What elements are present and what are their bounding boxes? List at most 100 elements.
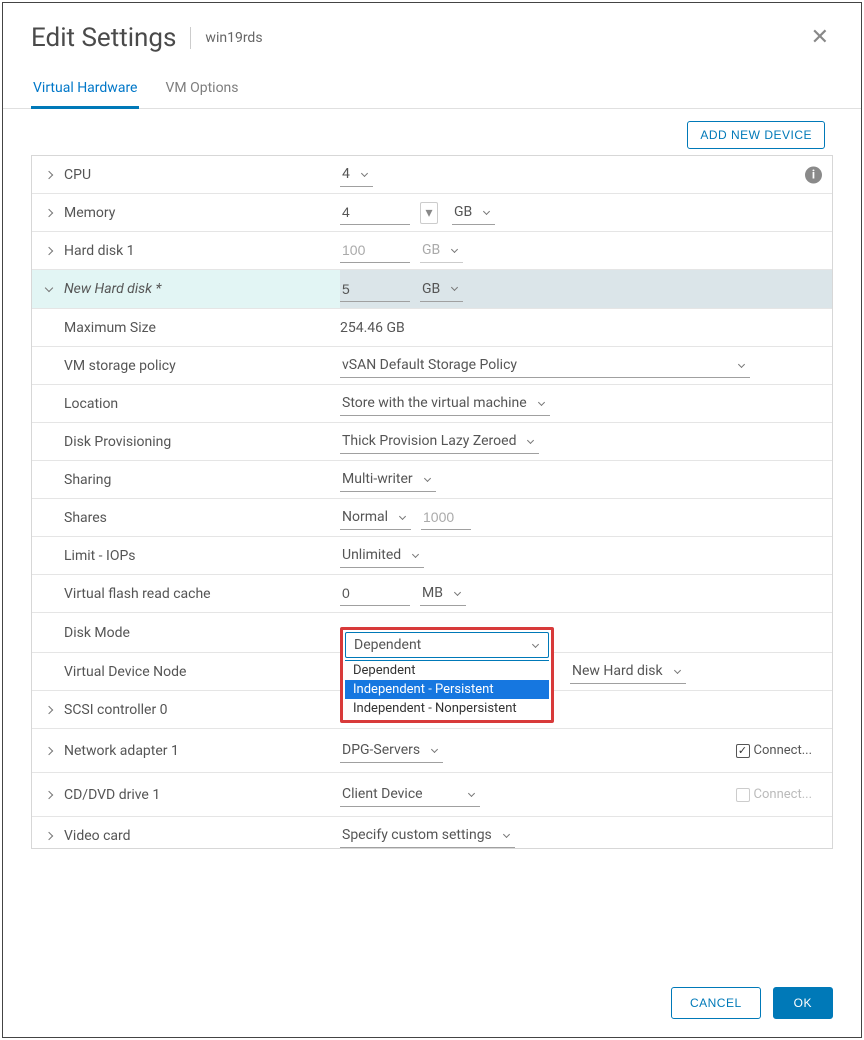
value-net: DPG-Servers Connect...: [340, 734, 832, 767]
policy-value: vSAN Default Storage Policy: [342, 357, 517, 373]
title-divider: [190, 27, 191, 49]
row-memory-toggle[interactable]: Memory: [32, 197, 340, 229]
row-nhd-toggle[interactable]: New Hard disk *: [32, 273, 340, 305]
disk-mode-options: Dependent Independent - Persistent Indep…: [345, 660, 549, 718]
disk-mode-option-independent-persistent[interactable]: Independent - Persistent: [345, 680, 549, 699]
row-cpu-toggle[interactable]: CPU: [32, 159, 340, 191]
location-select[interactable]: Store with the virtual machine: [340, 391, 550, 416]
row-memory-value: ▾ GB: [340, 196, 832, 229]
row-scsi-toggle[interactable]: SCSI controller 0: [32, 694, 340, 726]
memory-unit: GB: [454, 204, 472, 220]
cpu-select[interactable]: 4: [340, 162, 373, 187]
memory-stepper[interactable]: ▾: [420, 202, 438, 224]
chevron-right-icon: [45, 705, 53, 713]
row-hard-disk-1: Hard disk 1 GB: [32, 232, 832, 270]
provisioning-value: Thick Provision Lazy Zeroed: [342, 433, 516, 449]
shares-level-select[interactable]: Normal: [340, 505, 411, 530]
hd1-unit-select[interactable]: GB: [420, 238, 463, 263]
chevron-right-icon: [45, 790, 53, 798]
disk-mode-option-independent-nonpersistent[interactable]: Independent - Nonpersistent: [345, 699, 549, 718]
chevron-down-icon: [45, 284, 53, 292]
value-max-size: 254.46 GB: [340, 316, 832, 340]
memory-input[interactable]: [340, 200, 410, 225]
chevron-down-icon: [483, 207, 490, 214]
label-vfrc: Virtual flash read cache: [32, 578, 340, 610]
row-net-toggle[interactable]: Network adapter 1: [32, 735, 340, 767]
row-network-adapter-1: Network adapter 1 DPG-Servers Connect...: [32, 729, 832, 773]
iops-select[interactable]: Unlimited: [340, 543, 424, 568]
settings-scroll[interactable]: CPU 4 i Memory ▾ GB: [31, 155, 833, 849]
label-shares: Shares: [32, 502, 340, 534]
nhd-unit-select[interactable]: GB: [420, 277, 463, 302]
row-hd1-value: GB: [340, 234, 832, 267]
hd1-size-input[interactable]: [340, 238, 410, 263]
cddvd-connect-group: Connect...: [736, 787, 820, 802]
network-connect-checkbox[interactable]: [736, 744, 750, 758]
chevron-down-icon: [424, 474, 431, 481]
vfrc-unit-select[interactable]: MB: [420, 581, 466, 606]
value-provisioning: Thick Provision Lazy Zeroed: [340, 425, 832, 458]
chevron-right-icon: [45, 746, 53, 754]
video-value: Specify custom settings: [342, 827, 492, 843]
ok-button[interactable]: OK: [773, 987, 833, 1019]
chevron-down-icon: [468, 789, 475, 796]
label-provisioning: Disk Provisioning: [32, 426, 340, 458]
shares-level: Normal: [342, 509, 388, 525]
network-select[interactable]: DPG-Servers: [340, 738, 443, 763]
cpu-value: 4: [342, 166, 350, 182]
memory-unit-select[interactable]: GB: [452, 200, 495, 225]
label-scsi: SCSI controller 0: [64, 702, 168, 718]
label-video: Video card: [64, 828, 131, 844]
dialog-footer: CANCEL OK: [3, 969, 861, 1037]
chevron-down-icon: [738, 360, 745, 367]
video-select[interactable]: Specify custom settings: [340, 823, 515, 848]
chevron-down-icon: [451, 284, 458, 291]
info-icon[interactable]: i: [805, 166, 822, 183]
disk-mode-option-dependent[interactable]: Dependent: [345, 661, 549, 680]
nhd-unit: GB: [422, 281, 440, 297]
chevron-down-icon: [451, 245, 458, 252]
value-iops: Unlimited: [340, 539, 832, 572]
tab-virtual-hardware[interactable]: Virtual Hardware: [31, 72, 139, 109]
vdn-select[interactable]: New Hard disk: [570, 659, 686, 684]
vfrc-input[interactable]: [340, 581, 410, 606]
chevron-down-icon: [399, 512, 406, 519]
row-video-toggle[interactable]: Video card: [32, 820, 340, 850]
add-new-device-button[interactable]: ADD NEW DEVICE: [687, 121, 825, 149]
tab-vm-options[interactable]: VM Options: [163, 72, 240, 109]
row-storage-policy: VM storage policy vSAN Default Storage P…: [32, 347, 832, 385]
dialog-header: Edit Settings win19rds ✕: [3, 3, 861, 62]
shares-num-input[interactable]: [421, 505, 471, 530]
cddvd-select[interactable]: Client Device: [340, 782, 480, 807]
row-cddvd-toggle[interactable]: CD/DVD drive 1: [32, 779, 340, 811]
row-iops: Limit - IOPs Unlimited: [32, 537, 832, 575]
policy-select[interactable]: vSAN Default Storage Policy: [340, 353, 750, 378]
chevron-down-icon: [527, 436, 534, 443]
value-policy: vSAN Default Storage Policy: [340, 349, 832, 382]
label-cpu: CPU: [64, 167, 91, 183]
sharing-select[interactable]: Multi-writer: [340, 467, 436, 492]
vm-name: win19rds: [205, 30, 262, 46]
network-connect-group: Connect...: [736, 743, 820, 758]
iops-value: Unlimited: [342, 547, 401, 563]
row-disk-provisioning: Disk Provisioning Thick Provision Lazy Z…: [32, 423, 832, 461]
value-vfrc: MB: [340, 577, 832, 610]
edit-settings-dialog: Edit Settings win19rds ✕ Virtual Hardwar…: [2, 2, 862, 1038]
disk-mode-select[interactable]: Dependent: [345, 632, 549, 658]
row-hd1-toggle[interactable]: Hard disk 1: [32, 235, 340, 267]
close-icon[interactable]: ✕: [807, 21, 833, 54]
value-shares: Normal: [340, 501, 832, 534]
dialog-title: Edit Settings: [31, 23, 176, 53]
row-sharing: Sharing Multi-writer: [32, 461, 832, 499]
hd1-unit: GB: [422, 242, 440, 258]
vdn-value: New Hard disk: [572, 663, 663, 679]
cancel-button[interactable]: CANCEL: [671, 987, 761, 1019]
value-cddvd: Client Device Connect...: [340, 778, 832, 811]
chevron-right-icon: [45, 246, 53, 254]
label-policy: VM storage policy: [32, 350, 340, 382]
provisioning-select[interactable]: Thick Provision Lazy Zeroed: [340, 429, 539, 454]
nhd-size-input[interactable]: [340, 277, 410, 302]
label-nhd: New Hard disk *: [64, 281, 161, 297]
location-value: Store with the virtual machine: [342, 395, 527, 411]
cddvd-connect-checkbox: [736, 788, 750, 802]
